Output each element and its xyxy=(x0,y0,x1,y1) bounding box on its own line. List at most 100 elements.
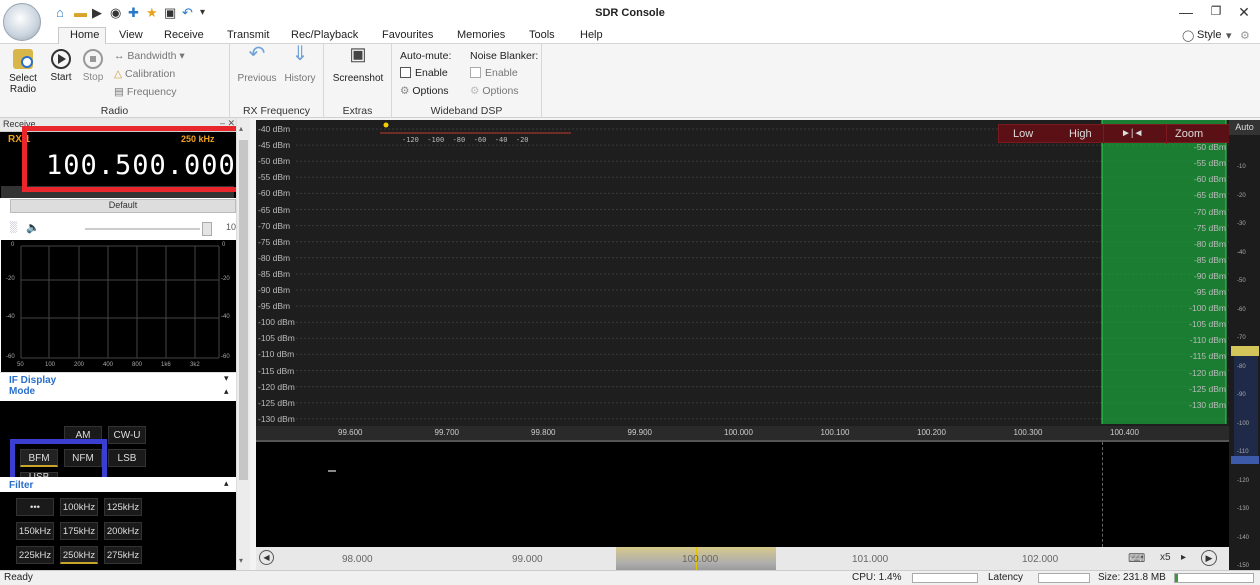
select-radio-button[interactable]: Select Radio xyxy=(6,49,40,95)
tab-home-label[interactable]: Home xyxy=(70,29,99,41)
filter-more-button[interactable]: ••• xyxy=(16,498,54,516)
play-icon[interactable]: ▸ xyxy=(1181,552,1186,563)
band-overview[interactable]: ◀ 98.000 99.000 100.000 101.000 102.000 ⌨ x5… xyxy=(256,547,1229,570)
previous-band-icon[interactable]: ◀ xyxy=(259,550,274,565)
tab-tools[interactable]: Tools xyxy=(529,29,555,41)
smeter-tick: -100 xyxy=(427,136,445,144)
tab-memories[interactable]: Memories xyxy=(457,29,505,41)
level-marker-bottom[interactable] xyxy=(1231,456,1259,464)
span-button[interactable]: ►|◄ xyxy=(1121,128,1143,139)
graph-x-label: 200 xyxy=(74,362,85,368)
previous-button[interactable]: ↶ Previous xyxy=(236,44,278,84)
screenshot-button[interactable]: ▣ Screenshot xyxy=(330,45,386,84)
scroll-up-icon[interactable]: ▴ xyxy=(239,124,243,133)
tab-transmit[interactable]: Transmit xyxy=(227,29,269,41)
speaker-icon[interactable]: 🔈 xyxy=(26,221,40,234)
dbm-label: -85 dBm xyxy=(258,268,291,279)
tab-favourites[interactable]: Favourites xyxy=(382,29,433,41)
passband-marker xyxy=(1102,442,1103,547)
auto-mute-options-label: Options xyxy=(412,85,449,97)
stop-button[interactable]: Stop xyxy=(78,49,108,83)
tab-help[interactable]: Help xyxy=(580,29,603,41)
cpu-readout: CPU: 1.4% xyxy=(852,572,902,583)
dbm-label: -50 dBm xyxy=(1193,142,1226,153)
dbm-label: -110 dBm xyxy=(258,349,295,360)
next-band-icon[interactable]: ▶ xyxy=(1201,550,1217,566)
quick-access-dropdown-icon[interactable]: ▾ xyxy=(200,6,205,19)
home-icon[interactable]: ⌂ xyxy=(56,6,64,19)
close-button[interactable]: ✕ xyxy=(1234,4,1254,21)
checkbox-icon xyxy=(470,67,481,78)
scroll-down-icon[interactable]: ▾ xyxy=(239,556,243,565)
history-button[interactable]: ⇓ History xyxy=(280,44,320,84)
size-readout: Size: 231.8 MB xyxy=(1098,572,1166,583)
folder-icon[interactable]: ▬ xyxy=(74,6,87,19)
smeter-tick: -20 xyxy=(515,136,529,144)
right-level-scale[interactable]: Auto -10 -20 -30 -40 -50 -60 -70 -80 -90 -100 -110… xyxy=(1229,120,1260,570)
level-tick-label: -140 xyxy=(1237,534,1250,541)
tab-receive[interactable]: Receive xyxy=(164,29,204,41)
dbm-label: -70 dBm xyxy=(1193,206,1226,217)
waterfall-display[interactable] xyxy=(256,440,1229,547)
filter-225khz-button[interactable]: 225kHz xyxy=(16,546,54,564)
style-icon[interactable]: ◯ xyxy=(1182,29,1194,42)
level-tick-label: -30 xyxy=(1237,221,1246,227)
ribbon-group-extras: ▣ Screenshot Extras xyxy=(324,44,392,118)
dbm-label: -70 dBm xyxy=(258,220,291,231)
add-icon[interactable]: ✚ xyxy=(128,6,139,19)
filter-175khz-button[interactable]: 175kHz xyxy=(60,522,98,540)
stop-icon[interactable]: ◉ xyxy=(110,6,121,19)
left-panel-scrollbar[interactable]: ▴ ▾ xyxy=(236,118,250,570)
bandwidth-button[interactable]: ↔ Bandwidth ▾ xyxy=(114,50,185,62)
stop-circle-icon xyxy=(83,49,103,69)
dbm-label: -75 dBm xyxy=(258,236,291,247)
minimize-button[interactable]: — xyxy=(1176,4,1196,20)
play-icon[interactable]: ▶ xyxy=(92,6,102,19)
frequency-button[interactable]: ▤ Frequency xyxy=(114,86,176,98)
noise-blanker-options-button[interactable]: ⚙ Options xyxy=(470,85,519,97)
low-button[interactable]: Low xyxy=(1013,128,1033,140)
undo-icon[interactable]: ↶ xyxy=(182,6,193,19)
frequency-tick-label: 100.300 xyxy=(1013,428,1043,437)
auto-mute-options-button[interactable]: ⚙ Options xyxy=(400,85,449,97)
level-tick-label: -130 xyxy=(1237,506,1250,512)
style-dropdown-icon[interactable]: ▾ xyxy=(1226,29,1232,42)
scrollbar-thumb[interactable] xyxy=(239,140,248,480)
filter-125khz-button[interactable]: 125kHz xyxy=(104,498,142,516)
restore-button[interactable]: ❐ xyxy=(1206,4,1226,18)
calibration-button[interactable]: △ Calibration xyxy=(114,68,175,80)
tab-rec-playback[interactable]: Rec/Playback xyxy=(291,29,358,41)
filter-200khz-button[interactable]: 200kHz xyxy=(104,522,142,540)
tab-view[interactable]: View xyxy=(119,29,143,41)
mode-lsb-button[interactable]: LSB xyxy=(108,449,146,467)
volume-track[interactable] xyxy=(85,228,200,230)
zoom-button[interactable]: Zoom xyxy=(1175,128,1203,140)
filter-100khz-button[interactable]: 100kHz xyxy=(60,498,98,516)
screenshot-label: Screenshot xyxy=(332,73,384,84)
filter-250khz-button[interactable]: 250kHz xyxy=(60,546,98,564)
frequency-tick-label: 100.400 xyxy=(1110,428,1139,437)
volume-slider-thumb[interactable] xyxy=(202,222,212,236)
auto-mute-enable-checkbox[interactable]: Enable xyxy=(400,67,448,79)
level-marker-top[interactable] xyxy=(1231,346,1259,356)
spectrum-display[interactable]: -40 dBm -45 dBm -50 dBm -55 dBm -60 dBm -65 d… xyxy=(256,120,1232,440)
high-button[interactable]: High xyxy=(1069,128,1092,140)
gear-icon[interactable]: ⚙ xyxy=(1240,29,1250,42)
keyboard-icon[interactable]: ⌨ xyxy=(1128,551,1145,565)
start-button[interactable]: Start xyxy=(46,49,76,83)
auto-button[interactable]: Auto xyxy=(1229,120,1260,135)
style-menu[interactable]: Style xyxy=(1197,29,1221,41)
auto-mute-label: Auto-mute: xyxy=(400,50,452,62)
mode-cw-u-button[interactable]: CW-U xyxy=(108,426,146,444)
filter-275khz-button[interactable]: 275kHz xyxy=(104,546,142,564)
noise-blanker-enable-checkbox[interactable]: Enable xyxy=(470,67,518,79)
filter-section-header[interactable]: Filter ▴ xyxy=(0,477,236,491)
zoom-factor[interactable]: x5 xyxy=(1160,552,1171,563)
camera-icon[interactable]: ▣ xyxy=(164,6,176,19)
application-menu-button[interactable] xyxy=(3,3,41,41)
preset-selector[interactable]: Default xyxy=(10,199,236,213)
gear-icon: ⚙ xyxy=(400,85,413,97)
mode-section-header[interactable]: Mode ▴ xyxy=(0,386,236,400)
filter-150khz-button[interactable]: 150kHz xyxy=(16,522,54,540)
favourite-icon[interactable]: ★ xyxy=(146,6,158,19)
